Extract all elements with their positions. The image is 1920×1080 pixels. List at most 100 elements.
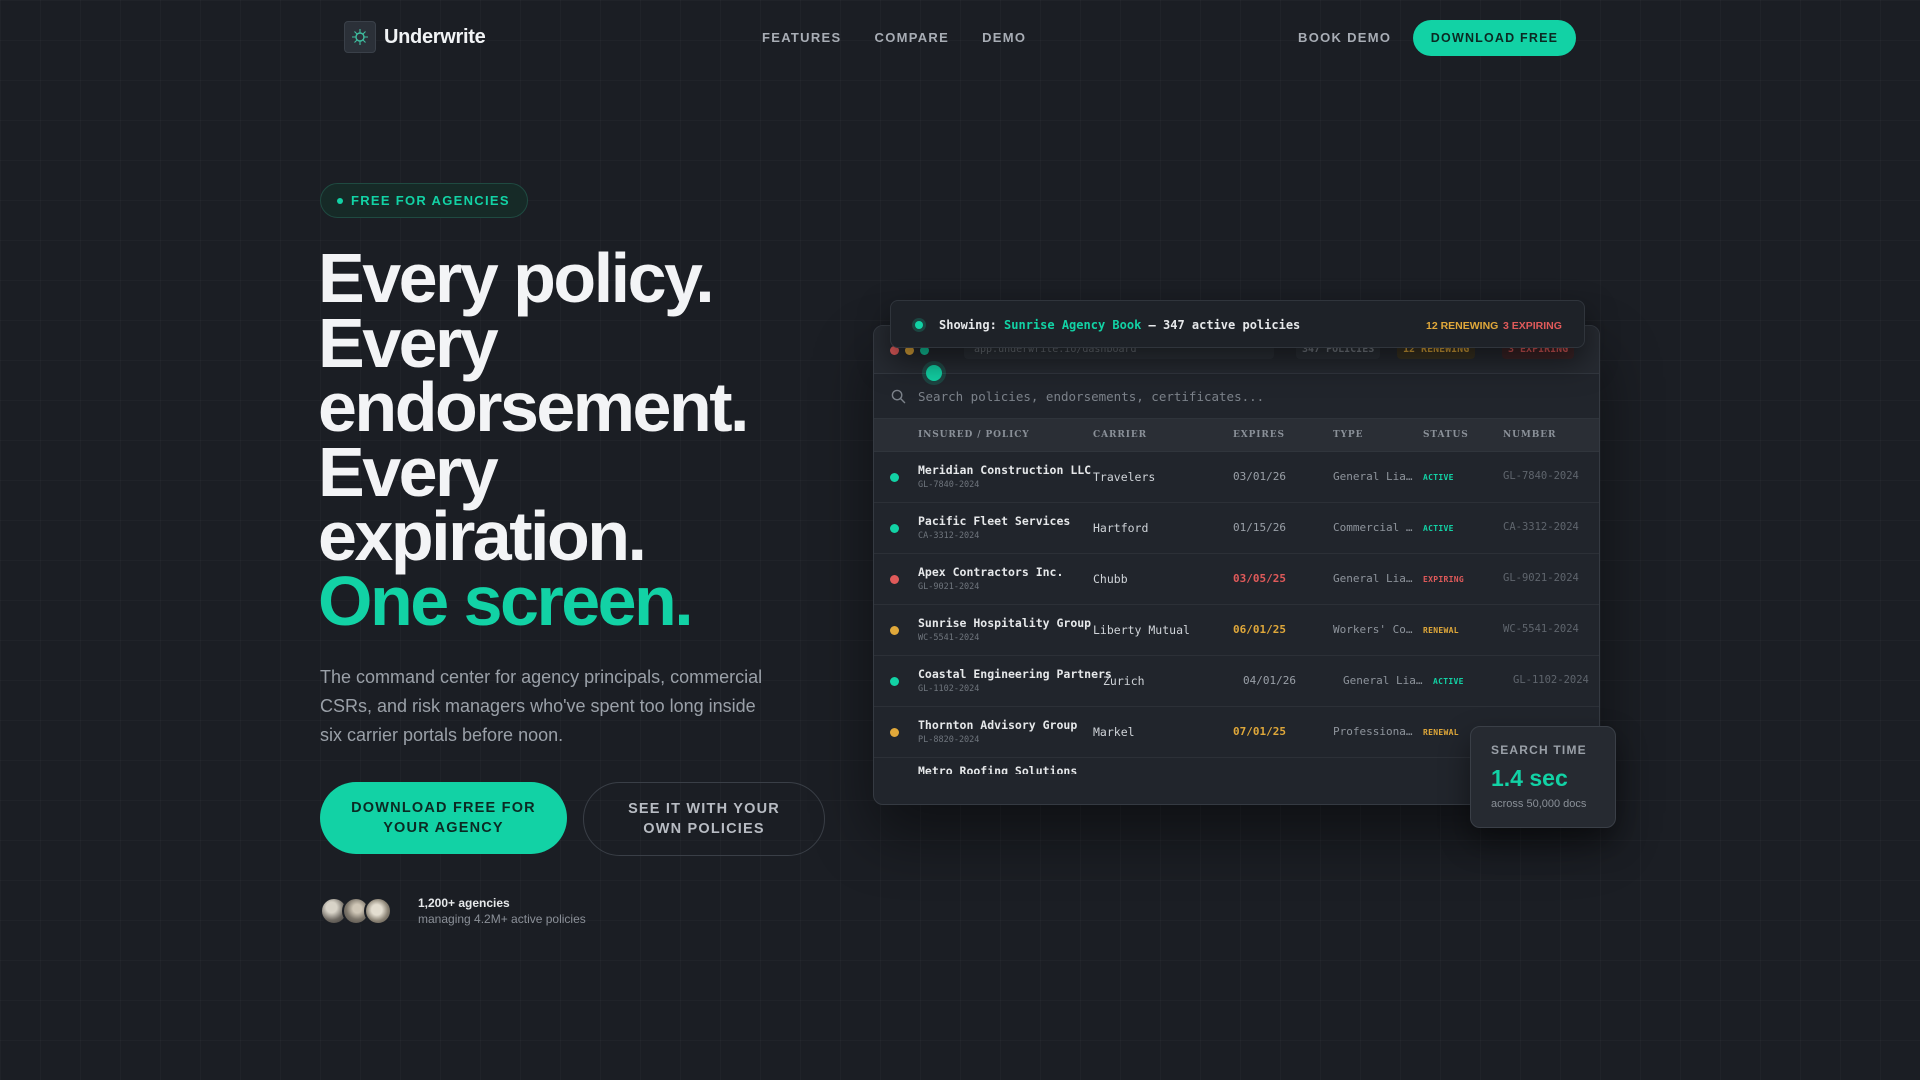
status-dot-icon — [890, 473, 899, 482]
column-header-status[interactable]: STATUS — [1423, 430, 1469, 440]
expires-date: 07/01/25 — [1233, 725, 1286, 738]
policy-type: Workers' Comp — [1333, 623, 1419, 636]
headline-line: Every — [318, 432, 499, 511]
download-free-button[interactable]: DOWNLOAD FREE — [1413, 20, 1576, 56]
active-policy-count: — 347 active policies — [1148, 318, 1301, 332]
headline-line: endorsement. — [318, 368, 750, 446]
table-row[interactable]: Apex Contractors Inc. GL-9021-2024 Chubb 03… — [874, 555, 1599, 605]
policy-id: WC-5541-2024 — [918, 633, 980, 643]
expires-date: 03/01/26 — [1233, 470, 1286, 483]
carrier: Liberty Mutual — [1093, 623, 1190, 637]
nav-link-compare[interactable]: COMPARE — [875, 30, 950, 45]
hero-headline: Every policy. Every endorsement. Every e… — [318, 239, 750, 640]
carrier: Zurich — [1103, 674, 1145, 688]
insured-name: Coastal Engineering Partners — [918, 667, 1112, 681]
showing-banner: Showing: Sunrise Agency Book — 347 activ… — [890, 300, 1585, 348]
brand-logo[interactable]: Underwrite — [344, 21, 486, 53]
column-header-insured[interactable]: INSURED / POLICY — [918, 430, 1030, 440]
avatar — [364, 897, 392, 925]
policy-id: GL-9021-2024 — [918, 582, 980, 592]
table-row[interactable]: Coastal Engineering Partners GL-1102-2024… — [874, 657, 1599, 707]
agency-count: 1,200+ agencies — [418, 896, 510, 910]
status-badge: RENEWAL — [1423, 626, 1459, 635]
policy-search[interactable]: Search policies, endorsements, certifica… — [874, 374, 1599, 419]
search-time-card: SEARCH TIME 1.4 sec across 50,000 docs — [1470, 726, 1616, 828]
status-badge: ACTIVE — [1423, 524, 1454, 533]
top-nav: Underwrite FEATURES COMPARE DEMO BOOK DE… — [0, 0, 1920, 75]
search-time-label: SEARCH TIME — [1491, 743, 1587, 757]
status-dot-icon — [890, 677, 899, 686]
search-icon — [891, 389, 906, 404]
status-dot-icon — [890, 626, 899, 635]
nav-links: FEATURES COMPARE DEMO — [762, 30, 1026, 45]
expires-date: 03/05/25 — [1233, 572, 1286, 585]
policy-id: PL-8820-2024 — [918, 735, 980, 745]
table-row[interactable]: Sunrise Hospitality Group WC-5541-2024 Lib… — [874, 606, 1599, 656]
status-badge: ACTIVE — [1423, 473, 1454, 482]
status-dot-icon — [890, 524, 899, 533]
headline-line: Every policy. — [318, 239, 715, 317]
expiring-count: 3 EXPIRING — [1503, 320, 1562, 332]
policy-type: General Liability — [1333, 470, 1419, 483]
carrier: Travelers — [1093, 470, 1156, 484]
nav-link-demo[interactable]: DEMO — [982, 30, 1026, 45]
policy-type: Commercial Auto — [1333, 521, 1419, 534]
insured-name: Pacific Fleet Services — [918, 514, 1071, 528]
column-header-number[interactable]: NUMBER — [1503, 430, 1556, 440]
status-badge: EXPIRING — [1423, 575, 1464, 584]
policy-type: General Liability — [1333, 572, 1419, 585]
column-header-type[interactable]: TYPE — [1333, 430, 1363, 440]
brand-name: Underwrite — [384, 25, 486, 48]
column-header-expires[interactable]: EXPIRES — [1233, 430, 1285, 440]
insured-name: Thornton Advisory Group — [918, 718, 1078, 732]
policy-number: GL-9021-2024 — [1503, 572, 1579, 584]
headline-line: expiration. — [318, 497, 647, 575]
partial-row-name: Metro Roofing Solutions — [918, 764, 1078, 774]
social-proof: 1,200+ agencies managing 4.2M+ active po… — [320, 895, 586, 927]
policy-number: GL-7840-2024 — [1503, 470, 1579, 482]
renewing-count: 12 RENEWING — [1426, 320, 1499, 332]
hero-subtitle: The command center for agency principals… — [320, 667, 763, 745]
expires-date: 04/01/26 — [1243, 674, 1296, 687]
policy-number: WC-5541-2024 — [1503, 623, 1579, 635]
insured-name: Meridian Construction LLC — [918, 463, 1092, 477]
carrier: Chubb — [1093, 572, 1128, 586]
policy-id: CA-3312-2024 — [918, 531, 980, 541]
showing-label: Showing: — [939, 318, 997, 332]
column-header-carrier[interactable]: CARRIER — [1093, 430, 1147, 440]
free-badge: FREE FOR AGENCIES — [320, 183, 528, 218]
policy-type: Professional Liability — [1333, 725, 1419, 738]
nav-link-features[interactable]: FEATURES — [762, 30, 842, 45]
badge-dot-icon — [337, 197, 343, 204]
status-dot-icon — [890, 575, 899, 584]
policy-count: managing 4.2M+ active policies — [418, 912, 586, 926]
search-time-sub: across 50,000 docs — [1491, 798, 1587, 810]
book-demo-link[interactable]: BOOK DEMO — [1298, 30, 1391, 45]
insured-name: Apex Contractors Inc. — [918, 565, 1064, 579]
social-proof-text: 1,200+ agencies managing 4.2M+ active po… — [418, 895, 586, 927]
badge-label: FREE FOR AGENCIES — [351, 193, 510, 208]
carrier: Hartford — [1093, 521, 1149, 535]
policy-number: CA-3312-2024 — [1503, 521, 1579, 533]
status-dot-icon — [890, 728, 899, 737]
search-input[interactable]: Search policies, endorsements, certifica… — [918, 389, 1264, 404]
table-header: INSURED / POLICY CARRIER EXPIRES TYPE ST… — [874, 419, 1599, 452]
logo-mark-icon — [344, 21, 376, 53]
table-row[interactable]: Meridian Construction LLC GL-7840-2024 Tra… — [874, 453, 1599, 503]
expires-date: 06/01/25 — [1233, 623, 1286, 636]
showing-text: Showing: Sunrise Agency Book — 347 activ… — [939, 318, 1300, 332]
policy-type: General Liability — [1343, 674, 1429, 687]
policy-id: GL-7840-2024 — [918, 480, 980, 490]
headline-accent: One screen. — [318, 561, 694, 640]
insured-name: Sunrise Hospitality Group — [918, 616, 1092, 630]
headline-line: Every — [318, 303, 499, 382]
status-badge: ACTIVE — [1433, 677, 1464, 686]
table-row[interactable]: Pacific Fleet Services CA-3312-2024 Hartfo… — [874, 504, 1599, 554]
live-status-dot-icon — [915, 321, 923, 329]
see-own-policies-button[interactable]: SEE IT WITH YOUR OWN POLICIES — [583, 782, 825, 856]
status-badge: RENEWAL — [1423, 728, 1459, 737]
agency-book-name[interactable]: Sunrise Agency Book — [1004, 318, 1141, 332]
avatar-stack — [320, 897, 392, 925]
search-time-value: 1.4 sec — [1491, 765, 1568, 791]
download-free-agency-button[interactable]: DOWNLOAD FREE FOR YOUR AGENCY — [320, 782, 567, 854]
